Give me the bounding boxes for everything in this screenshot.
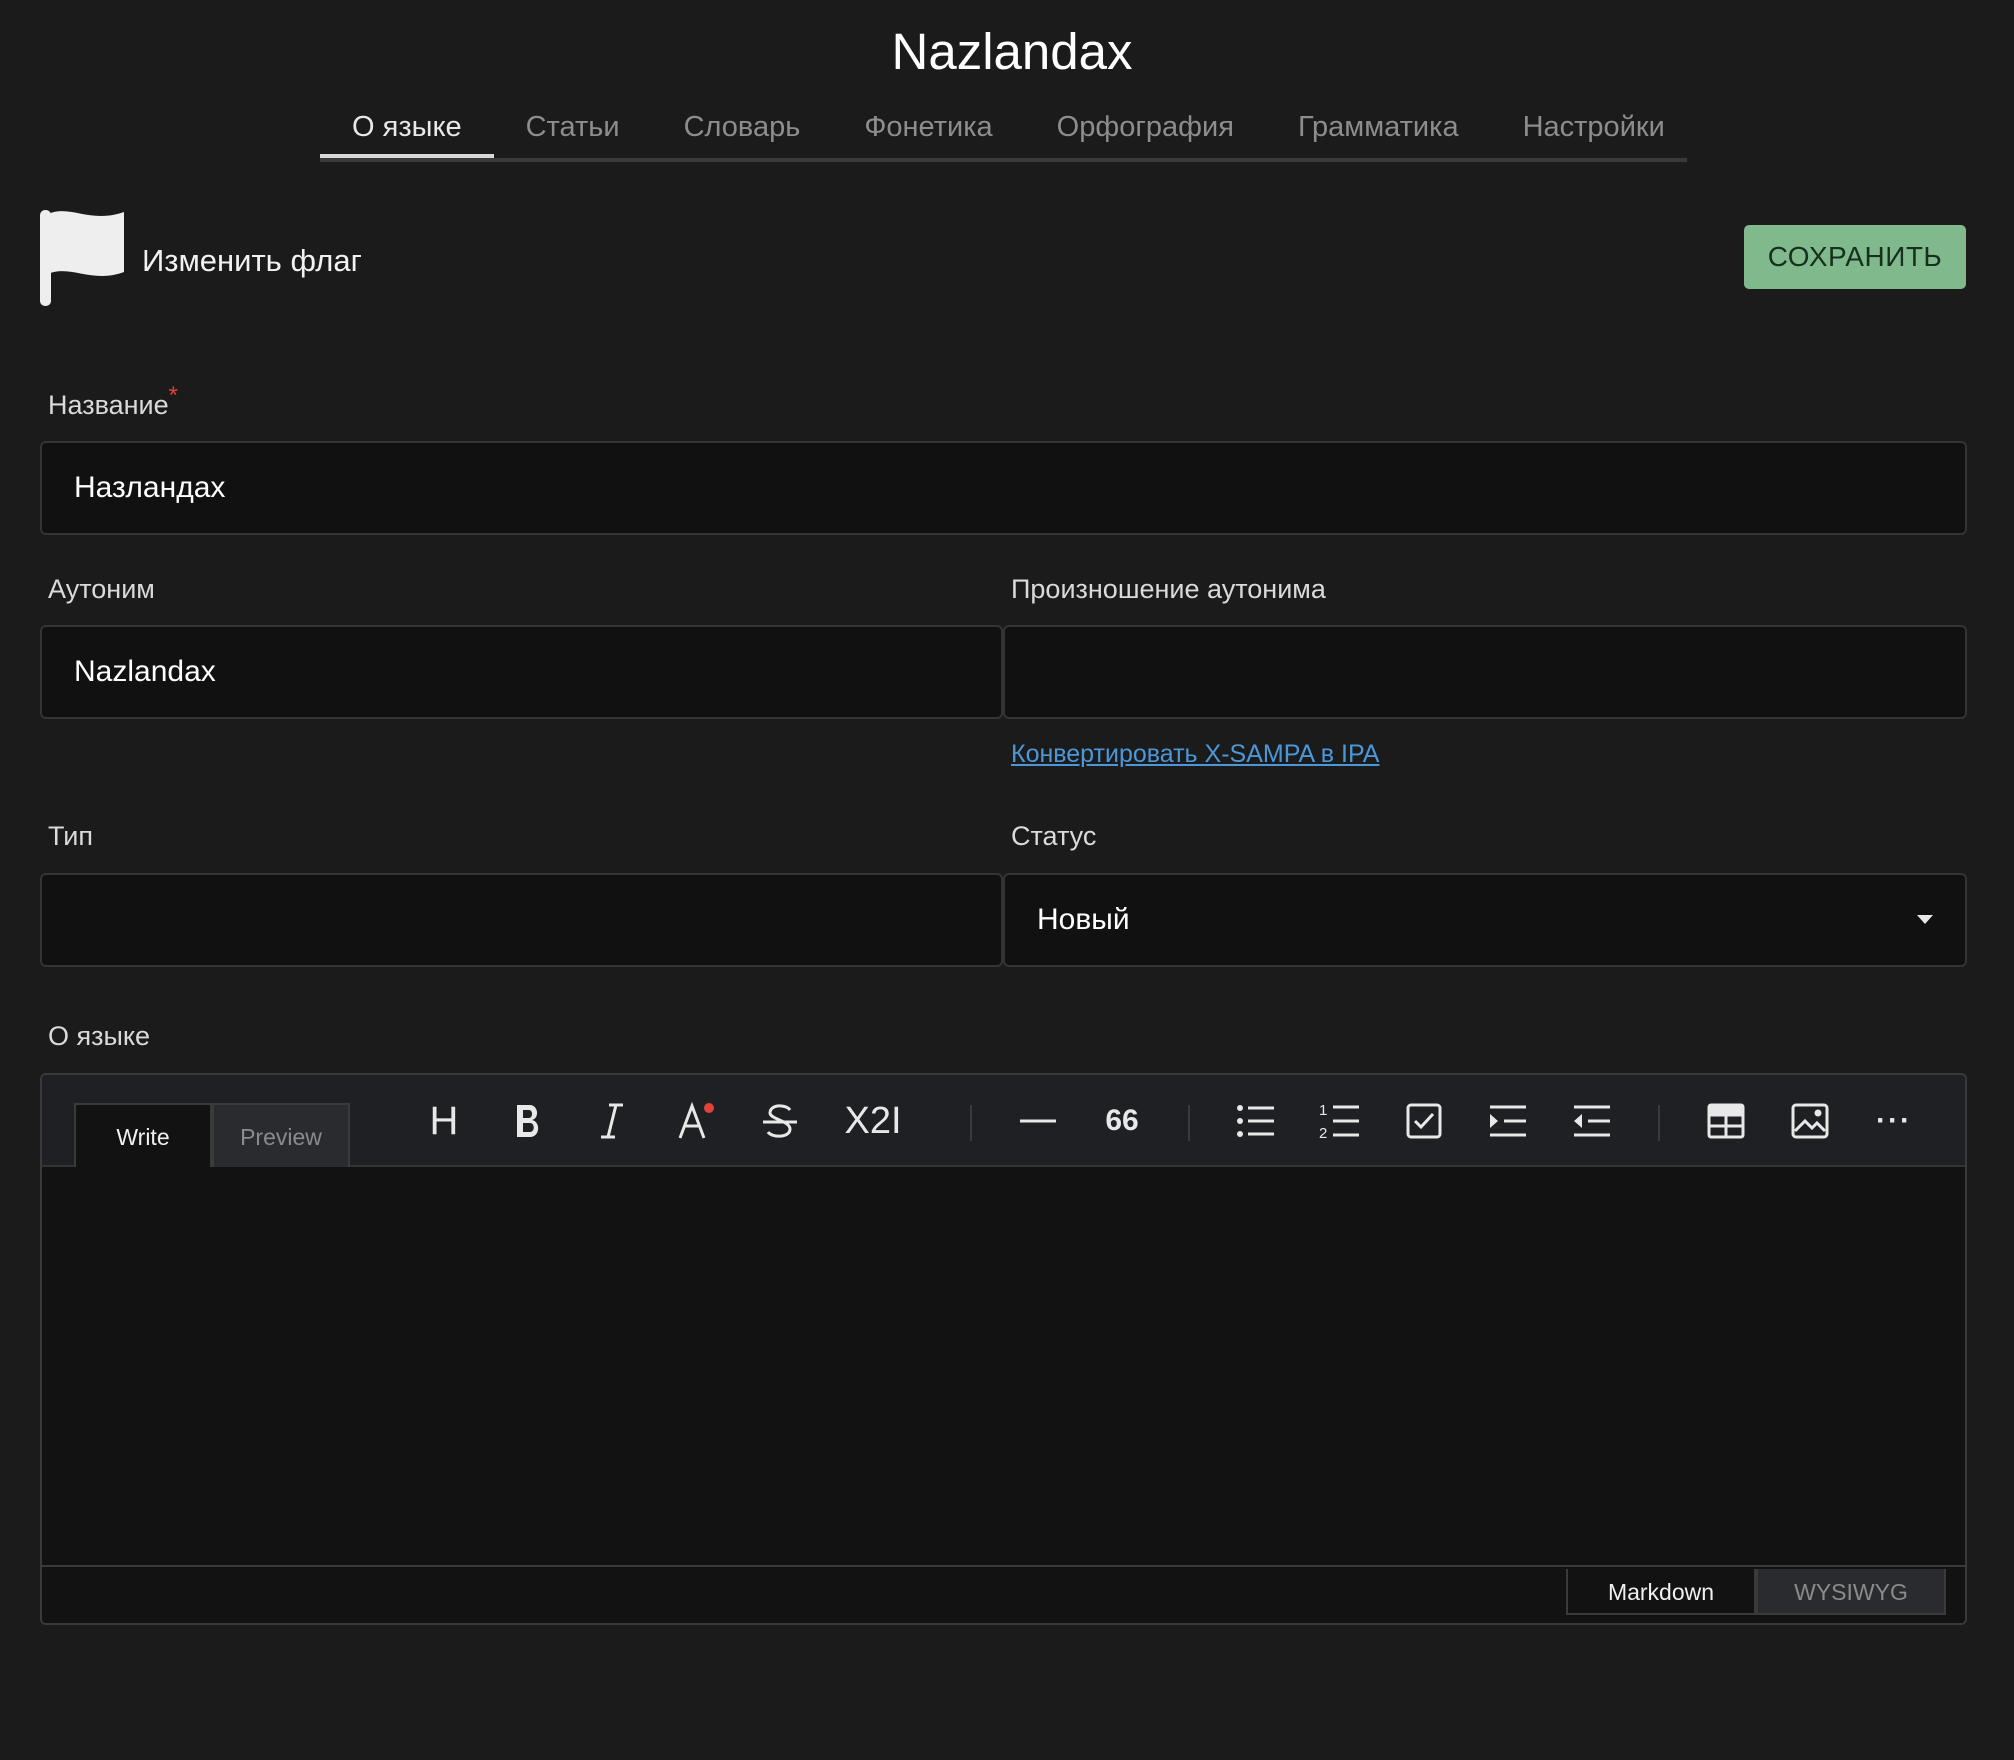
page-title: Nazlandax (891, 23, 1133, 80)
editor-mode-bar: Markdown WYSIWYG (42, 1565, 1965, 1623)
tab-about[interactable]: О языке (320, 102, 494, 158)
image-icon[interactable] (1784, 1095, 1836, 1147)
name-label-text: Название (48, 390, 169, 420)
bold-icon[interactable] (502, 1095, 554, 1147)
table-icon[interactable] (1700, 1095, 1752, 1147)
tab-preview[interactable]: Preview (212, 1103, 350, 1167)
more-glyph: ··· (1876, 1104, 1912, 1137)
save-button[interactable]: СОХРАНИТЬ (1744, 225, 1966, 289)
toolbar-divider (970, 1105, 972, 1141)
mode-markdown[interactable]: Markdown (1566, 1569, 1756, 1615)
editor-toolbar: Write Preview H X2I 66 1 2 ··· (42, 1075, 1965, 1167)
autonym-pronunciation-input[interactable] (1003, 625, 1967, 719)
task-list-icon[interactable] (1398, 1095, 1450, 1147)
subsup-icon[interactable]: X2I (838, 1095, 908, 1147)
chevron-down-icon (1917, 915, 1933, 924)
quote-icon[interactable]: 66 (1096, 1095, 1148, 1147)
text-color-icon[interactable] (670, 1095, 722, 1147)
toolbar-divider (1188, 1105, 1190, 1141)
type-input[interactable] (40, 873, 1003, 967)
tab-dictionary[interactable]: Словарь (652, 102, 833, 158)
tab-phonetics[interactable]: Фонетика (832, 102, 1024, 158)
name-input[interactable]: Назландах (40, 441, 1967, 535)
toolbar-divider (1658, 1105, 1660, 1141)
status-select[interactable]: Новый (1003, 873, 1967, 967)
svg-text:1: 1 (1319, 1102, 1327, 1119)
required-mark: * (168, 382, 178, 409)
tab-articles[interactable]: Статьи (494, 102, 652, 158)
status-value: Новый (1037, 903, 1130, 936)
flag-icon (40, 208, 126, 313)
change-flag-button[interactable]: Изменить флаг (40, 208, 362, 313)
heading-icon[interactable]: H (418, 1095, 470, 1147)
status-label: Статус (1011, 821, 1097, 851)
autonym-pronunciation-label: Произношение аутонима (1011, 574, 1326, 604)
svg-text:2: 2 (1319, 1125, 1327, 1141)
tab-orthography[interactable]: Орфография (1025, 102, 1266, 158)
heading-glyph: H (429, 1098, 459, 1143)
horizontal-rule-icon[interactable] (1012, 1095, 1064, 1147)
strikethrough-icon[interactable] (754, 1095, 806, 1147)
tab-grammar[interactable]: Грамматика (1266, 102, 1491, 158)
name-label: Название* (48, 382, 178, 421)
editor-content-area[interactable] (42, 1167, 1965, 1569)
italic-icon[interactable] (586, 1095, 638, 1147)
main-tabs: О языке Статьи Словарь Фонетика Орфограф… (320, 102, 1687, 162)
outdent-icon[interactable] (1566, 1095, 1618, 1147)
more-icon[interactable]: ··· (1868, 1095, 1920, 1147)
about-label: О языке (48, 1021, 151, 1051)
ordered-list-icon[interactable]: 12 (1314, 1095, 1366, 1147)
indent-icon[interactable] (1482, 1095, 1534, 1147)
tab-settings[interactable]: Настройки (1491, 102, 1697, 158)
quote-glyph: 66 (1105, 1104, 1139, 1137)
markdown-editor: Write Preview H X2I 66 1 2 ··· Markdown … (40, 1073, 1967, 1625)
autonym-label: Аутоним (48, 574, 155, 604)
subsup-glyph: X2I (844, 1099, 902, 1142)
convert-xsampa-link[interactable]: Конвертировать X-SAMPA в IPA (1011, 740, 1379, 769)
change-flag-label: Изменить флаг (142, 242, 362, 278)
autonym-input[interactable]: Nazlandax (40, 625, 1003, 719)
tab-write[interactable]: Write (74, 1103, 212, 1167)
mode-wysiwyg[interactable]: WYSIWYG (1756, 1569, 1946, 1615)
type-label: Тип (48, 821, 94, 851)
bullet-list-icon[interactable] (1230, 1095, 1282, 1147)
